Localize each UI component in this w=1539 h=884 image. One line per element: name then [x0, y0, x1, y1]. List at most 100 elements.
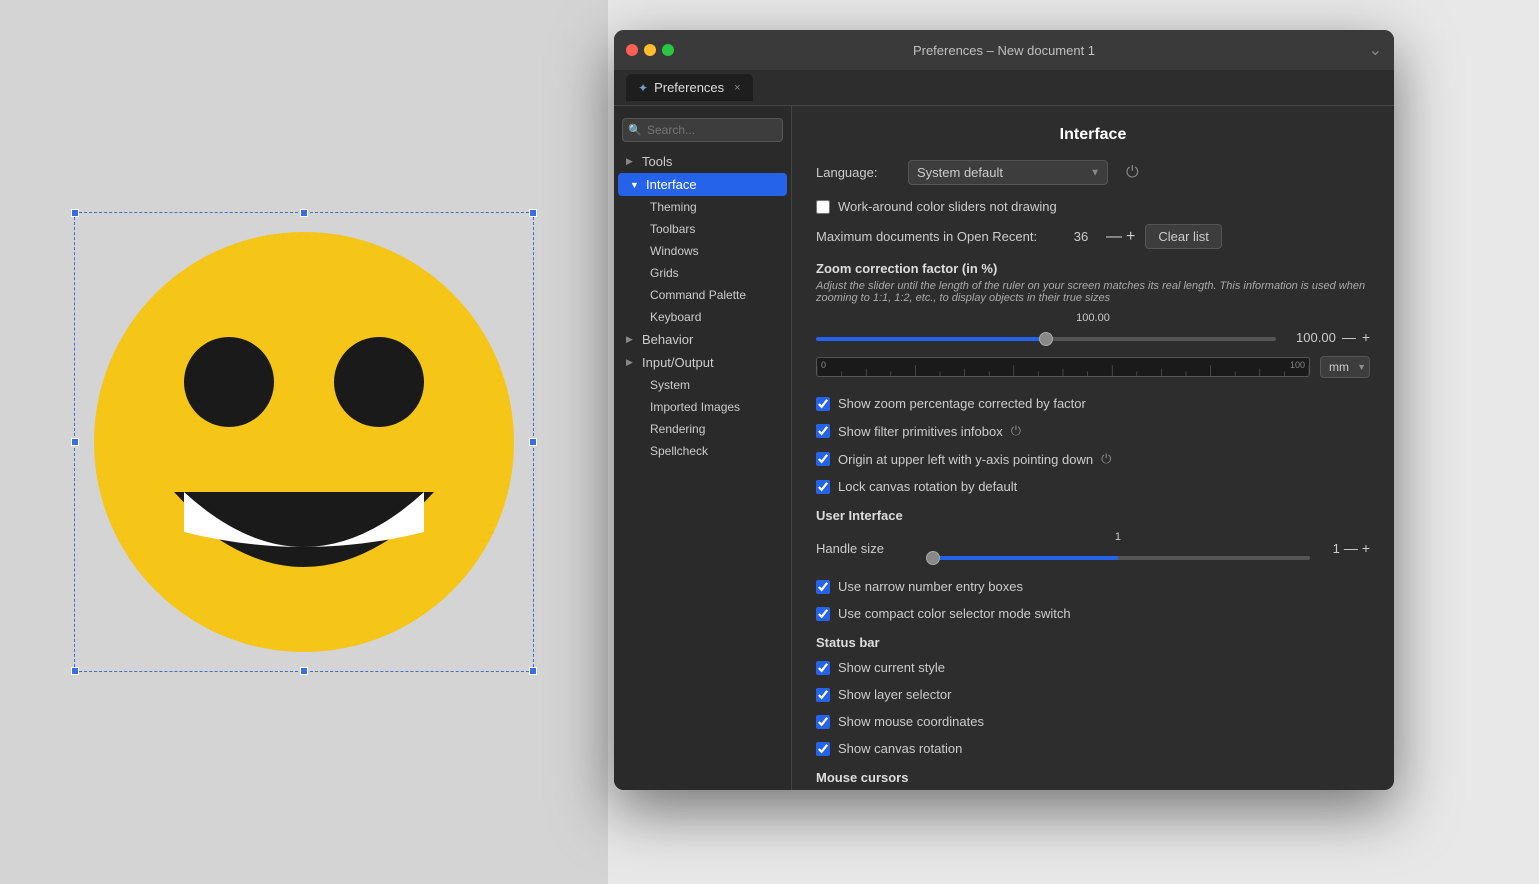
sidebar-item-theming[interactable]: Theming	[634, 196, 791, 218]
show-filter-primitives-row: Show filter primitives infobox ⏻	[816, 421, 1370, 441]
language-row: Language: System default ▼ ⏻	[816, 160, 1370, 185]
window-title: Preferences – New document 1	[913, 43, 1095, 58]
zoom-increment-icon[interactable]: +	[1362, 329, 1370, 345]
unit-dropdown[interactable]: mm in px	[1320, 356, 1370, 378]
sidebar-item-rendering[interactable]: Rendering	[634, 418, 791, 440]
maximize-button[interactable]	[662, 44, 674, 56]
mouse-cursors-section: Mouse cursors	[816, 770, 1370, 785]
language-dropdown[interactable]: System default	[908, 160, 1108, 185]
tab-bar: ✦ Preferences ×	[614, 70, 1394, 106]
origin-upper-left-label: Origin at upper left with y-axis pointin…	[838, 452, 1093, 467]
io-arrow-icon: ▶	[626, 357, 638, 368]
zoom-slider[interactable]	[816, 337, 1276, 341]
language-reset-button[interactable]: ⏻	[1120, 162, 1145, 184]
sidebar-item-toolbars-label: Toolbars	[650, 222, 695, 236]
show-canvas-rotation-checkbox[interactable]	[816, 742, 830, 756]
handle-size-slider-container: 1	[926, 531, 1310, 565]
lock-canvas-row: Lock canvas rotation by default	[816, 477, 1370, 496]
workaround-checkbox-row: Work-around color sliders not drawing	[816, 197, 1370, 216]
sidebar-item-keyboard-label: Keyboard	[650, 310, 701, 324]
use-narrow-label: Use narrow number entry boxes	[838, 579, 1023, 594]
origin-upper-left-checkbox[interactable]	[816, 452, 830, 466]
sidebar-item-grids[interactable]: Grids	[634, 262, 791, 284]
show-layer-selector-checkbox[interactable]	[816, 688, 830, 702]
zoom-decrement-icon[interactable]: —	[1342, 329, 1356, 345]
show-mouse-coords-row: Show mouse coordinates	[816, 712, 1370, 731]
sidebar-item-keyboard[interactable]: Keyboard	[634, 306, 791, 328]
workaround-label: Work-around color sliders not drawing	[838, 199, 1057, 214]
show-filter-primitives-checkbox[interactable]	[816, 424, 830, 438]
language-dropdown-wrapper: System default ▼	[908, 160, 1108, 185]
show-current-style-checkbox[interactable]	[816, 661, 830, 675]
handle-size-increment-icon[interactable]: +	[1362, 540, 1370, 556]
workaround-checkbox[interactable]	[816, 200, 830, 214]
sidebar-item-theming-label: Theming	[650, 200, 697, 214]
zoom-section: Zoom correction factor (in %) Adjust the…	[816, 261, 1370, 378]
sidebar-item-interface[interactable]: ▼ Interface	[618, 173, 787, 196]
sidebar-item-grids-label: Grids	[650, 266, 679, 280]
use-compact-row: Use compact color selector mode switch	[816, 604, 1370, 623]
show-canvas-rotation-label: Show canvas rotation	[838, 741, 962, 756]
zoom-title: Zoom correction factor (in %)	[816, 261, 1370, 276]
sidebar-item-behavior[interactable]: ▶ Behavior	[614, 328, 791, 351]
use-compact-label: Use compact color selector mode switch	[838, 606, 1071, 621]
status-bar-section: Status bar Show current style Show layer…	[816, 635, 1370, 758]
use-compact-checkbox[interactable]	[816, 607, 830, 621]
sidebar-item-system[interactable]: System	[634, 374, 791, 396]
smiley-face	[74, 212, 534, 672]
zoom-slider-row: 100.00 — +	[816, 328, 1370, 346]
max-docs-decrement-icon[interactable]: —	[1106, 228, 1122, 246]
clear-list-button[interactable]: Clear list	[1145, 224, 1222, 249]
max-docs-label: Maximum documents in Open Recent:	[816, 229, 1056, 244]
unit-dropdown-wrapper: mm in px ▼	[1320, 356, 1370, 378]
show-filter-primitives-info-icon[interactable]: ⏻	[1011, 423, 1021, 439]
title-bar: Preferences – New document 1 ⌄	[614, 30, 1394, 70]
tab-close-button[interactable]: ×	[734, 82, 740, 94]
search-input[interactable]	[622, 118, 783, 142]
max-docs-stepper: — +	[1106, 228, 1135, 246]
max-docs-increment-icon[interactable]: +	[1126, 228, 1135, 246]
sidebar-item-tools-label: Tools	[642, 154, 672, 169]
sidebar-item-spellcheck[interactable]: Spellcheck	[634, 440, 791, 462]
zoom-value: 100.00	[1286, 330, 1336, 345]
sidebar-sub-interface: Theming Toolbars Windows Grids Command P…	[614, 196, 791, 328]
handle-size-decrement-icon[interactable]: —	[1344, 540, 1358, 556]
mouse-cursors-title: Mouse cursors	[816, 770, 1370, 785]
show-layer-selector-label: Show layer selector	[838, 687, 951, 702]
canvas-area	[0, 0, 608, 884]
sidebar-item-command-palette[interactable]: Command Palette	[634, 284, 791, 306]
show-canvas-rotation-row: Show canvas rotation	[816, 739, 1370, 758]
lock-canvas-checkbox[interactable]	[816, 480, 830, 494]
lock-canvas-label: Lock canvas rotation by default	[838, 479, 1017, 494]
sidebar-item-imported-images[interactable]: Imported Images	[634, 396, 791, 418]
traffic-lights	[626, 44, 674, 56]
handle-size-slider[interactable]	[926, 556, 1310, 560]
use-narrow-checkbox[interactable]	[816, 580, 830, 594]
behavior-arrow-icon: ▶	[626, 334, 638, 345]
sidebar-item-system-label: System	[650, 378, 690, 392]
sidebar-item-windows[interactable]: Windows	[634, 240, 791, 262]
window-chevron-icon[interactable]: ⌄	[1369, 40, 1382, 60]
use-narrow-row: Use narrow number entry boxes	[816, 577, 1370, 596]
sidebar-item-windows-label: Windows	[650, 244, 699, 258]
origin-info-icon[interactable]: ⏻	[1101, 451, 1111, 467]
language-label: Language:	[816, 165, 896, 180]
origin-upper-left-row: Origin at upper left with y-axis pointin…	[816, 449, 1370, 469]
zoom-value-row: 100.00 — +	[1286, 329, 1370, 345]
show-mouse-coords-checkbox[interactable]	[816, 715, 830, 729]
sidebar-item-io-label: Input/Output	[642, 355, 714, 370]
ruler-row: 0 100	[816, 356, 1370, 378]
minimize-button[interactable]	[644, 44, 656, 56]
handle-size-slider-label-top: 1	[926, 531, 1310, 543]
show-zoom-pct-checkbox[interactable]	[816, 397, 830, 411]
sidebar-item-input-output[interactable]: ▶ Input/Output	[614, 351, 791, 374]
preferences-tab[interactable]: ✦ Preferences ×	[626, 74, 753, 101]
close-button[interactable]	[626, 44, 638, 56]
main-layout: 🔍 ▶ Tools ▼ Interface Theming Toolbars	[614, 106, 1394, 790]
max-docs-value: 36	[1066, 229, 1096, 244]
sidebar-item-toolbars[interactable]: Toolbars	[634, 218, 791, 240]
show-mouse-coords-label: Show mouse coordinates	[838, 714, 984, 729]
search-icon: 🔍	[628, 124, 642, 137]
sidebar-item-tools[interactable]: ▶ Tools	[614, 150, 791, 173]
status-bar-title: Status bar	[816, 635, 1370, 650]
